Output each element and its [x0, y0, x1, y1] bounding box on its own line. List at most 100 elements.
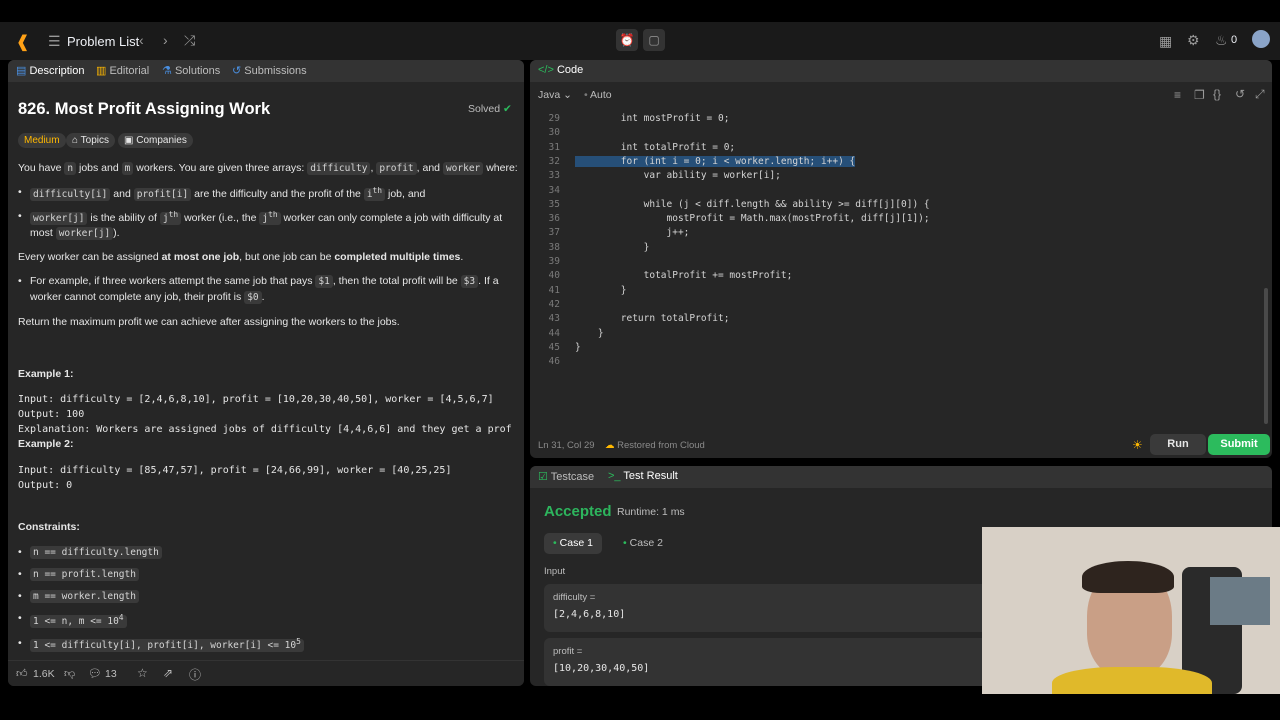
tab-test-result[interactable]: >_ Test Result [608, 470, 678, 482]
restored-status: ☁ Restored from Cloud [605, 440, 705, 451]
code-line[interactable]: 42 [530, 299, 1260, 313]
tag-icon: ⌂ [72, 135, 79, 146]
tab-editorial[interactable]: ▥ Editorial [96, 64, 149, 77]
like-count: 1.6K [33, 668, 55, 680]
line-number: 39 [548, 256, 560, 267]
code-tabs: </> Code [530, 60, 1272, 82]
line-number: 29 [548, 113, 560, 124]
code-line[interactable]: 44 } [530, 328, 1260, 342]
constraints-title: Constraints: [18, 520, 80, 533]
case-1-tab[interactable]: • Case 1 [544, 533, 602, 554]
bookmark-icon[interactable]: ❐ [1194, 88, 1205, 102]
submissions-icon: ↺ [232, 65, 242, 77]
timer-button[interactable]: ⏰ [616, 29, 638, 51]
example-1-input: Input: difficulty = [2,4,6,8,10], profit… [18, 394, 494, 406]
code-line[interactable]: 35 while (j < diff.length && ability >= … [530, 199, 1260, 213]
notes-button[interactable]: ▢ [643, 29, 665, 51]
code-line[interactable]: 41 } [530, 285, 1260, 299]
line-number: 35 [548, 198, 560, 210]
line-text: } [575, 241, 650, 253]
thumbs-down-icon[interactable]: 👎︎ [64, 667, 75, 680]
topics-button[interactable]: ⌂ Topics [66, 133, 116, 148]
list-item: • m == worker.length [18, 589, 518, 604]
layout-grid-icon[interactable]: ▦ [1159, 33, 1172, 50]
streak-count: 0 [1231, 34, 1238, 46]
code-line[interactable]: 30 [530, 127, 1260, 141]
difficulty-badge: Medium [18, 133, 66, 148]
variable-name: profit = [553, 646, 583, 657]
list-item: • 1 <= difficulty[i], profit[i], worker[i… [18, 636, 518, 653]
tab-solutions[interactable]: ⚗ Solutions [162, 64, 220, 77]
code-line[interactable]: 33 var ability = worker[i]; [530, 170, 1260, 184]
line-text: for (int i = 0; i < worker.length; i++) … [575, 155, 856, 167]
list-icon[interactable]: ☰ [48, 33, 61, 50]
gear-icon[interactable]: ⚙ [1187, 32, 1200, 49]
tab-description[interactable]: ▤ Description [16, 64, 85, 77]
variable-value: [10,20,30,40,50] [553, 663, 650, 674]
webcam-painting [1210, 577, 1270, 625]
line-text: var ability = worker[i]; [575, 170, 781, 182]
paragraph: Return the maximum profit we can achieve… [18, 315, 400, 328]
auto-toggle[interactable]: • Auto [584, 89, 612, 101]
code-line[interactable]: 43 return totalProfit; [530, 313, 1260, 327]
run-button[interactable]: Run [1150, 434, 1206, 455]
page-title[interactable]: 826. Most Profit Assigning Work [18, 100, 270, 119]
list-item: • n == profit.length [18, 567, 518, 582]
problem-list-link[interactable]: Problem List [67, 34, 139, 49]
line-number: 32 [548, 155, 560, 167]
language-select[interactable]: Java ⌄ [538, 89, 572, 101]
tab-code[interactable]: </> Code [538, 64, 583, 76]
variable-value: [2,4,6,8,10] [553, 609, 626, 620]
top-navbar: ❰ ☰ Problem List ‹ › ⤮ ⏰ ▢ ▦ ⚙ ♨ 0 [0, 22, 1280, 60]
code-line[interactable]: 38 } [530, 242, 1260, 256]
chevron-right-icon[interactable]: › [163, 32, 168, 48]
line-text: } [575, 327, 604, 339]
code-line[interactable]: 32 for (int i = 0; i < worker.length; i+… [530, 155, 1260, 170]
case-2-tab[interactable]: • Case 2 [614, 533, 672, 554]
expand-icon[interactable]: ⤢ [1255, 87, 1265, 102]
help-icon[interactable]: ⓘ [189, 666, 201, 683]
line-number: 36 [548, 213, 560, 225]
code-line[interactable]: 46 [530, 356, 1260, 370]
editor-scrollbar[interactable] [1264, 288, 1268, 424]
webcam-person-hair [1082, 561, 1174, 593]
code-line[interactable]: 45} [530, 342, 1260, 356]
code-line[interactable]: 31 int totalProfit = 0; [530, 142, 1260, 156]
share-icon[interactable]: ⇗ [163, 666, 173, 680]
fire-streak-icon[interactable]: ♨ [1215, 32, 1228, 49]
code-line[interactable]: 40 totalProfit += mostProfit; [530, 270, 1260, 284]
line-text: while (j < diff.length && ability >= dif… [575, 198, 930, 210]
example-2-title: Example 2: [18, 438, 74, 451]
reset-icon[interactable]: ↺ [1235, 87, 1245, 101]
line-number: 34 [548, 184, 560, 196]
submit-button[interactable]: Submit [1208, 434, 1270, 455]
example-2-input: Input: difficulty = [85,47,57], profit =… [18, 464, 452, 476]
format-icon[interactable]: ≡ [1174, 88, 1181, 102]
line-text: totalProfit += mostProfit; [575, 270, 793, 282]
companies-button[interactable]: ▣ Companies [118, 133, 193, 148]
line-number: 41 [548, 284, 560, 296]
shuffle-icon[interactable]: ⤮ [184, 32, 195, 49]
line-number: 38 [548, 241, 560, 253]
webcam-person-shirt [1052, 667, 1212, 694]
description-icon: ▤ [16, 65, 27, 77]
intro-paragraph: You have n jobs and m workers. You are g… [18, 162, 518, 175]
code-editor[interactable]: 29 int mostProfit = 0; 30 31 int totalProf… [530, 104, 1272, 430]
code-line[interactable]: 37 j++; [530, 227, 1260, 241]
avatar[interactable] [1252, 30, 1270, 48]
chevron-left-icon[interactable]: ‹ [139, 32, 144, 48]
braces-icon[interactable]: {} [1213, 87, 1221, 101]
code-line[interactable]: 34 [530, 185, 1260, 199]
tab-testcase[interactable]: ☑ Testcase [538, 470, 594, 483]
code-line[interactable]: 29 int mostProfit = 0; [530, 113, 1260, 127]
line-number: 37 [548, 227, 560, 239]
tab-submissions[interactable]: ↺ Submissions [232, 64, 307, 77]
comment-icon[interactable]: 💬︎ [88, 667, 102, 680]
leetcode-logo-icon[interactable]: ❰ [16, 32, 29, 52]
code-line[interactable]: 36 mostProfit = Math.max(mostProfit, dif… [530, 213, 1260, 227]
code-line[interactable]: 39 [530, 256, 1260, 270]
star-icon[interactable]: ☆ [137, 666, 148, 680]
debug-icon[interactable]: ☀ [1132, 438, 1143, 452]
thumbs-up-icon[interactable]: 👍︎ [16, 667, 28, 680]
line-number: 31 [548, 141, 560, 153]
